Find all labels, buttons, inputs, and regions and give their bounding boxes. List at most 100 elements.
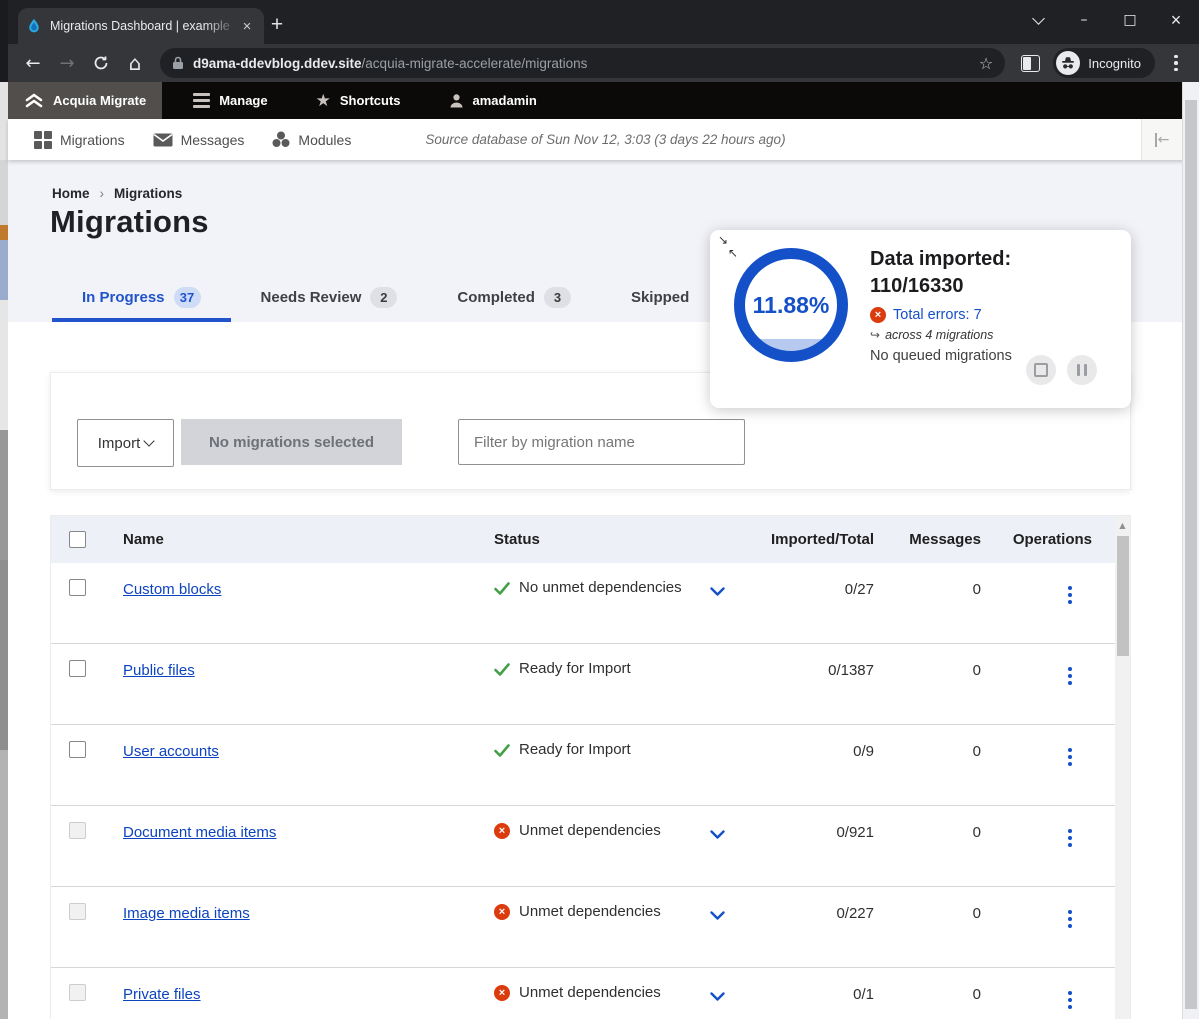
status-chevron-icon[interactable] [710,826,725,843]
manage-menu-item[interactable]: Manage [176,82,284,119]
no-migrations-selected-button: No migrations selected [181,419,402,465]
tab-skipped[interactable]: Skipped [601,276,719,322]
header-name: Name [107,531,494,548]
bookmark-star-icon[interactable]: ☆ [979,54,993,73]
row-checkbox[interactable] [69,984,86,1001]
row-status-cell: × Unmet dependencies [494,806,744,839]
select-all-checkbox[interactable] [69,531,86,548]
page-scrollbar-thumb[interactable] [1185,100,1197,1009]
check-icon [494,663,510,676]
forward-button[interactable]: → [50,46,84,80]
total-errors-link[interactable]: Total errors: 7 [893,307,982,323]
table-row: Custom blocks × No unmet dependencies 0/… [51,563,1116,643]
collapse-toolbar-button[interactable]: ← [1141,119,1182,160]
breadcrumb-home-link[interactable]: Home [52,186,90,201]
new-tab-button[interactable]: + [262,10,292,40]
operations-menu-icon[interactable] [1064,825,1076,851]
user-menu-item[interactable]: amadamin [432,82,554,119]
close-window-button[interactable]: × [1153,0,1199,40]
migrations-nav-label: Migrations [60,132,125,148]
scroll-up-icon[interactable]: ▲ [1115,521,1130,530]
row-name-link[interactable]: User accounts [123,743,219,760]
progress-ring: 11.88% [732,246,850,364]
header-operations: Operations [981,531,1104,548]
imported-total-value: 0/1387 [744,644,874,679]
status-chevron-icon[interactable] [710,988,725,1005]
stop-button[interactable] [1026,355,1056,385]
tab-label: In Progress [82,289,165,306]
table-scrollbar-thumb[interactable] [1117,536,1129,656]
import-dropdown-button[interactable]: Import [77,419,174,467]
page-content: Home › Migrations Migrations In Progress… [8,160,1182,1019]
address-bar[interactable]: d9ama-ddevblog.ddev.site/acquia-migrate-… [160,48,1005,78]
status-label: Unmet dependencies [519,903,661,920]
minimize-button[interactable]: – [1061,0,1107,40]
breadcrumb-separator: › [100,186,105,201]
row-checkbox[interactable] [69,741,86,758]
tab-close-icon[interactable]: × [238,17,256,35]
incognito-icon [1056,51,1080,75]
check-icon [494,582,510,595]
tab-search-chevron-icon[interactable] [1015,0,1061,40]
row-name-link[interactable]: Image media items [123,905,250,922]
table-scrollbar[interactable]: ▲ [1115,516,1130,1019]
status-chevron-icon[interactable] [710,583,725,600]
row-checkbox[interactable] [69,903,86,920]
migrations-nav-item[interactable]: Migrations [20,131,139,149]
operations-menu-icon[interactable] [1064,744,1076,770]
lock-icon[interactable] [172,56,184,70]
tab-completed[interactable]: Completed 3 [427,276,601,322]
modules-nav-item[interactable]: Modules [258,131,365,148]
collapse-left-icon: ← [1155,133,1170,147]
table-row: Public files × Ready for Import 0/1387 0 [51,643,1116,724]
user-icon [449,93,464,108]
operations-menu-icon[interactable] [1064,582,1076,608]
browser-menu-icon[interactable] [1161,55,1191,72]
table-row: Image media items × Unmet dependencies 0… [51,886,1116,967]
tab-label: Completed [457,289,535,306]
row-checkbox[interactable] [69,660,86,677]
row-checkbox[interactable] [69,822,86,839]
row-name-link[interactable]: Custom blocks [123,581,221,598]
reload-button[interactable] [84,46,118,80]
shortcuts-star-icon: ★ [316,91,331,111]
back-button[interactable]: ← [16,46,50,80]
messages-nav-item[interactable]: Messages [139,132,259,148]
browser-tab[interactable]: Migrations Dashboard | example × [18,8,264,44]
imported-total-value: 0/27 [744,563,874,598]
url-host: d9ama-ddevblog.ddev.site [193,56,362,71]
table-row: Private files × Unmet dependencies 0/1 0 [51,967,1116,1019]
messages-count: 0 [874,644,981,679]
row-status-cell: × Unmet dependencies [494,968,744,1001]
acquia-migrate-brand[interactable]: Acquia Migrate [8,82,162,119]
brand-label: Acquia Migrate [53,93,146,108]
filter-input[interactable] [458,419,745,465]
row-status-cell: × No unmet dependencies [494,563,744,596]
pause-button[interactable] [1067,355,1097,385]
home-button[interactable]: ⌂ [118,46,152,80]
progress-percent: 11.88% [732,246,850,364]
status-label: Unmet dependencies [519,984,661,1001]
side-panel-icon[interactable] [1013,46,1047,80]
tab-in-progress[interactable]: In Progress 37 [52,276,231,322]
operations-menu-icon[interactable] [1064,987,1076,1013]
imported-total-value: 0/9 [744,725,874,760]
row-name-link[interactable]: Public files [123,662,195,679]
tab-label: Skipped [631,289,689,306]
user-label: amadamin [473,93,537,108]
error-icon: × [494,823,510,839]
shortcuts-label: Shortcuts [340,93,401,108]
operations-menu-icon[interactable] [1064,663,1076,689]
messages-count: 0 [874,725,981,760]
tab-needs-review[interactable]: Needs Review 2 [231,276,428,322]
operations-menu-icon[interactable] [1064,906,1076,932]
status-chevron-icon[interactable] [710,907,725,924]
shortcuts-menu-item[interactable]: ★ Shortcuts [299,82,418,119]
breadcrumb: Home › Migrations [52,186,182,201]
messages-count: 0 [874,806,981,841]
maximize-button[interactable]: □ [1107,0,1153,40]
row-name-link[interactable]: Private files [123,986,201,1003]
page-scrollbar[interactable] [1182,82,1199,1019]
row-checkbox[interactable] [69,579,86,596]
row-name-link[interactable]: Document media items [123,824,276,841]
